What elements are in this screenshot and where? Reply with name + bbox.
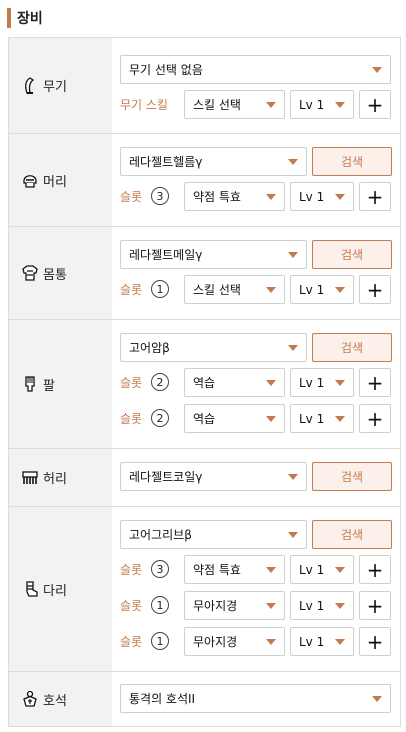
weapon-skill-level-select[interactable]: Lv 1 [290,90,354,119]
chevron-down-icon [335,287,345,293]
legs-decoration-level-select[interactable]: Lv 1 [290,555,354,584]
slot-label: 슬롯 [120,376,143,390]
weapon-select[interactable]: 무기 선택 없음 [120,55,391,84]
row-body: 몸통 레다젤트메일γ 검색 슬롯 1 스킬 선택 Lv 1 + [9,227,400,320]
slot-label: 슬롯 [120,190,143,204]
body-decoration-skill-select[interactable]: 스킬 선택 [184,275,285,304]
row-waist: 허리 레다젤트코일γ 검색 [9,449,400,507]
chevron-down-icon [335,416,345,422]
slot-level-badge: 2 [151,409,169,427]
chevron-down-icon [266,194,276,200]
helmet-icon [21,171,39,189]
row-head: 머리 레다젤트헬름γ 검색 슬롯 3 약점 특효 Lv 1 + [9,134,400,227]
chevron-down-icon [372,696,382,702]
slot-level-badge: 1 [151,632,169,650]
slot-level-badge: 1 [151,280,169,298]
row-label-legs: 다리 [9,507,112,671]
slot-level-badge: 3 [151,560,169,578]
equipment-panel: 무기 무기 선택 없음 무기 스킬 스킬 선택 Lv 1 + 머리 레다젤트헬름… [8,37,401,727]
add-legs-decoration-button[interactable]: + [359,555,391,584]
add-arms-decoration-button[interactable]: + [359,404,391,433]
heading-accent-bar [7,8,11,28]
row-legs: 다리 고어그리브β 검색 슬롯 3 약점 특효 Lv 1 + 슬롯 1 무아지경… [9,507,400,672]
chevron-down-icon [335,603,345,609]
chevron-down-icon [288,532,298,538]
chevron-down-icon [266,287,276,293]
section-heading: 장비 [7,7,43,29]
chevron-down-icon [372,67,382,73]
arms-decoration-skill-select[interactable]: 역습 [184,404,285,433]
chevron-down-icon [335,194,345,200]
row-weapon: 무기 무기 선택 없음 무기 스킬 스킬 선택 Lv 1 + [9,38,400,134]
section-title: 장비 [17,11,43,27]
slot-label: 슬롯 [120,599,143,613]
chevron-down-icon [288,252,298,258]
legs-search-button[interactable]: 검색 [312,520,392,549]
head-decoration-skill-select[interactable]: 약점 특효 [184,182,285,211]
chevron-down-icon [266,102,276,108]
weapon-skill-label: 무기 스킬 [120,98,168,112]
chevron-down-icon [288,474,298,480]
row-label-body: 몸통 [9,227,112,319]
legs-decoration-level-select[interactable]: Lv 1 [290,627,354,656]
slot-level-badge: 2 [151,373,169,391]
legs-decoration-skill-select[interactable]: 무아지경 [184,591,285,620]
arms-search-button[interactable]: 검색 [312,333,392,362]
add-legs-decoration-button[interactable]: + [359,627,391,656]
arms-decoration-level-select[interactable]: Lv 1 [290,368,354,397]
row-label-waist: 허리 [9,449,112,506]
slot-label: 슬롯 [120,412,143,426]
charm-select[interactable]: 통격의 호석II [120,684,391,713]
chevron-down-icon [335,567,345,573]
arms-decoration-skill-select[interactable]: 역습 [184,368,285,397]
row-label-charm: 호석 [9,672,112,726]
chevron-down-icon [288,345,298,351]
legs-decoration-level-select[interactable]: Lv 1 [290,591,354,620]
head-decoration-level-select[interactable]: Lv 1 [290,182,354,211]
head-armor-select[interactable]: 레다젤트헬름γ [120,147,307,176]
waist-armor-icon [21,469,39,487]
body-armor-select[interactable]: 레다젤트메일γ [120,240,307,269]
chevron-down-icon [288,159,298,165]
greaves-icon [21,580,39,598]
weapon-icon [21,76,39,95]
add-body-decoration-button[interactable]: + [359,275,391,304]
arms-decoration-level-select[interactable]: Lv 1 [290,404,354,433]
slot-label: 슬롯 [120,635,143,649]
legs-armor-select[interactable]: 고어그리브β [120,520,307,549]
slot-level-badge: 1 [151,596,169,614]
waist-armor-select[interactable]: 레다젤트코일γ [120,462,307,491]
row-label-head: 머리 [9,134,112,226]
row-arms: 팔 고어암β 검색 슬롯 2 역습 Lv 1 + 슬롯 2 역습 Lv 1 + [9,320,400,449]
chevron-down-icon [335,102,345,108]
row-label-arms: 팔 [9,320,112,448]
weapon-skill-select[interactable]: 스킬 선택 [184,90,285,119]
chevron-down-icon [335,639,345,645]
chest-armor-icon [21,264,39,282]
chevron-down-icon [266,380,276,386]
slot-label: 슬롯 [120,283,143,297]
chevron-down-icon [266,603,276,609]
chevron-down-icon [266,639,276,645]
chevron-down-icon [266,567,276,573]
waist-search-button[interactable]: 검색 [312,462,392,491]
row-label-weapon: 무기 [9,38,112,133]
chevron-down-icon [266,416,276,422]
body-decoration-level-select[interactable]: Lv 1 [290,275,354,304]
legs-decoration-skill-select[interactable]: 약점 특효 [184,555,285,584]
slot-label: 슬롯 [120,563,143,577]
add-legs-decoration-button[interactable]: + [359,591,391,620]
head-search-button[interactable]: 검색 [312,147,392,176]
add-arms-decoration-button[interactable]: + [359,368,391,397]
add-weapon-skill-button[interactable]: + [359,90,391,119]
add-head-decoration-button[interactable]: + [359,182,391,211]
body-search-button[interactable]: 검색 [312,240,392,269]
row-charm: 호석 통격의 호석II [9,672,400,726]
gauntlet-icon [21,375,39,393]
charm-icon [21,690,39,708]
chevron-down-icon [335,380,345,386]
slot-level-badge: 3 [151,187,169,205]
legs-decoration-skill-select[interactable]: 무아지경 [184,627,285,656]
arms-armor-select[interactable]: 고어암β [120,333,307,362]
